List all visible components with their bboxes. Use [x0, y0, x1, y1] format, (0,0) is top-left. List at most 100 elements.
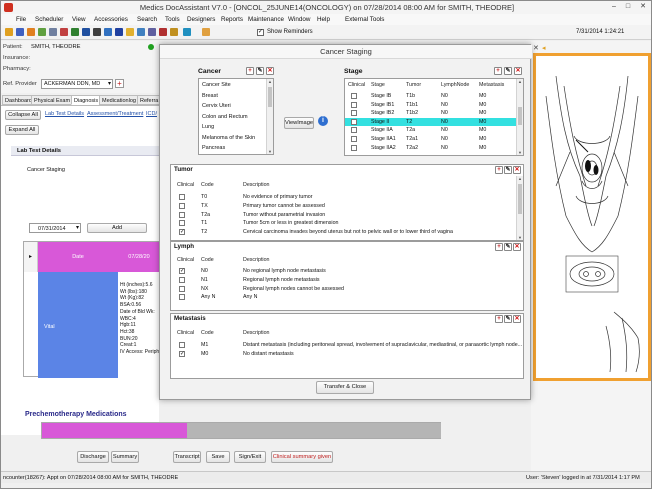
tumor-row-checkbox[interactable]: [179, 194, 185, 200]
metastasis-row-checkbox[interactable]: [179, 342, 185, 348]
monitor-icon[interactable]: [148, 28, 156, 36]
metastasis-delete-icon[interactable]: ✕: [513, 315, 521, 323]
new-icon[interactable]: [5, 28, 13, 36]
link-icd[interactable]: ICD/: [146, 111, 157, 117]
menu-accessories[interactable]: Accessories: [94, 15, 128, 24]
cancer-list-item[interactable]: Breast: [199, 91, 267, 102]
folder-icon[interactable]: [126, 28, 134, 36]
cancer-edit-icon[interactable]: ✎: [256, 67, 264, 75]
menu-help[interactable]: Help: [317, 15, 330, 24]
transfer-close-button[interactable]: Transfer & Close: [316, 381, 374, 394]
stage-delete-icon[interactable]: ✕: [514, 67, 522, 75]
stage-row[interactable]: Stage IIA1 T2a1 N0 M0: [345, 135, 517, 143]
tumor-row[interactable]: T1 Tumor 5cm or less in greatest dimensio…: [171, 219, 517, 227]
scroll-down-icon[interactable]: ▼: [267, 149, 273, 154]
tumor-row-checkbox[interactable]: [179, 220, 185, 227]
menu-external-tools[interactable]: External Tools: [345, 15, 384, 24]
rx-icon[interactable]: [104, 28, 112, 36]
tab-referral[interactable]: Referra: [137, 95, 162, 105]
stage-row[interactable]: Stage IB2 T1b2 N0 M0: [345, 109, 517, 117]
stage-row[interactable]: Stage IB1 T1b1 N0 M0: [345, 101, 517, 109]
save-button[interactable]: Save: [206, 451, 230, 463]
minimize-button[interactable]: –: [609, 3, 619, 11]
metastasis-edit-icon[interactable]: ✎: [504, 315, 512, 323]
menu-designers[interactable]: Designers: [187, 15, 215, 24]
link-lab-test-details[interactable]: Lab Test Details: [45, 111, 84, 117]
cancer-list[interactable]: Cancer Site Breast Cervix Uteri Colon and R…: [198, 78, 274, 155]
tab-medicationlog[interactable]: Medicationlog: [99, 95, 139, 105]
menu-scheduler[interactable]: Scheduler: [35, 15, 63, 24]
chart-icon[interactable]: [71, 28, 79, 36]
tumor-scrollbar[interactable]: ▲ ▼: [516, 176, 523, 240]
tumor-row-checkbox[interactable]: ✓: [179, 229, 185, 236]
add-button[interactable]: Add: [87, 223, 147, 233]
lymph-row[interactable]: N1 Regional lymph node metastasis: [171, 276, 517, 284]
tumor-row-checkbox[interactable]: [179, 202, 185, 209]
tumor-delete-icon[interactable]: ✕: [513, 166, 521, 174]
tumor-row[interactable]: TX Primary tumor cannot be assessed: [171, 202, 517, 210]
lymph-add-icon[interactable]: +: [495, 243, 503, 251]
tumor-row[interactable]: T2a Tumor without parametrial invasion: [171, 211, 517, 219]
refresh-icon[interactable]: [183, 28, 191, 36]
view-image-button[interactable]: ViewImage: [284, 117, 314, 129]
stage-row-checkbox[interactable]: [351, 101, 357, 108]
print-icon[interactable]: [49, 28, 57, 36]
tab-physical-exam[interactable]: Physical Exam: [31, 95, 74, 105]
tab-diagnosis[interactable]: Diagnosis: [71, 95, 102, 105]
sign-exit-button[interactable]: Sign/Exit: [234, 451, 266, 463]
add-provider-icon[interactable]: +: [115, 79, 124, 88]
scroll-down-icon[interactable]: ▼: [517, 235, 523, 240]
save-icon[interactable]: [38, 28, 46, 36]
image-nav-icon[interactable]: ◂: [542, 44, 546, 52]
binoculars-icon[interactable]: [93, 28, 101, 36]
transcript-button[interactable]: Transcript: [173, 451, 201, 463]
lymph-row-checkbox[interactable]: [179, 276, 185, 283]
lymph-row-checkbox[interactable]: [179, 285, 185, 292]
scroll-up-icon[interactable]: ▲: [267, 79, 273, 84]
menu-search[interactable]: Search: [137, 15, 157, 24]
scroll-down-icon[interactable]: ▼: [517, 150, 523, 155]
menu-maintenance[interactable]: Maintenance: [248, 15, 284, 24]
metastasis-row-checkbox[interactable]: ✓: [179, 350, 185, 357]
patient-icon[interactable]: [60, 28, 68, 36]
scroll-thumb[interactable]: [518, 107, 522, 125]
menu-window[interactable]: Window: [288, 15, 310, 24]
menu-reports[interactable]: Reports: [221, 15, 243, 24]
cancer-list-item[interactable]: Melanoma of the Skin: [199, 133, 267, 144]
cancer-list-scrollbar[interactable]: ▲ ▼: [266, 79, 273, 154]
scroll-up-icon[interactable]: ▲: [517, 176, 523, 181]
stage-row-checkbox[interactable]: [351, 127, 357, 134]
clinical-summary-button[interactable]: Clinical summary given: [271, 451, 333, 463]
tumor-row-checkbox[interactable]: [179, 211, 185, 218]
cancer-list-item[interactable]: Cervix Uteri: [199, 101, 267, 112]
lymph-delete-icon[interactable]: ✕: [513, 243, 521, 251]
tumor-row[interactable]: ✓ T2 Cervical carcinoma invades beyond ute…: [171, 228, 517, 236]
collapse-all-button[interactable]: Collapse All: [5, 110, 41, 120]
stage-row[interactable]: Stage IIA2 T2a2 N0 M0: [345, 144, 517, 152]
menu-file[interactable]: File: [16, 15, 26, 24]
scroll-up-icon[interactable]: ▲: [517, 79, 523, 84]
show-reminders-checkbox[interactable]: ✓: [257, 29, 264, 36]
stage-row[interactable]: Stage IB T1b N0 M0: [345, 92, 517, 100]
stage-table-scrollbar[interactable]: ▲ ▼: [516, 79, 523, 155]
lymph-edit-icon[interactable]: ✎: [504, 243, 512, 251]
discharge-button[interactable]: Discharge: [77, 451, 109, 463]
tumor-edit-icon[interactable]: ✎: [504, 166, 512, 174]
tumor-row[interactable]: T0 No evidence of primary tumor: [171, 193, 517, 201]
image-close-icon[interactable]: ✕: [533, 44, 539, 52]
metastasis-row[interactable]: ✓ M0 No distant metastasis: [171, 350, 517, 358]
menu-view[interactable]: View: [72, 15, 86, 24]
bell-icon[interactable]: [159, 28, 167, 36]
close-button[interactable]: ✕: [638, 3, 648, 11]
cancer-delete-icon[interactable]: ✕: [266, 67, 274, 75]
message-icon[interactable]: [137, 28, 145, 36]
stage-add-icon[interactable]: +: [494, 67, 502, 75]
stage-edit-icon[interactable]: ✎: [504, 67, 512, 75]
stage-row-checkbox[interactable]: [351, 118, 357, 125]
ref-provider-select[interactable]: ACKERMAN DDN, MD ▾: [41, 79, 113, 89]
link-assessment-treatment[interactable]: Assessment/Treatment: [87, 111, 143, 117]
menu-tools[interactable]: Tools: [165, 15, 180, 24]
mail-icon[interactable]: [115, 28, 123, 36]
stage-row[interactable]: Stage IIA T2a N0 M0: [345, 126, 517, 134]
cancer-list-item[interactable]: Pancreas: [199, 143, 267, 154]
